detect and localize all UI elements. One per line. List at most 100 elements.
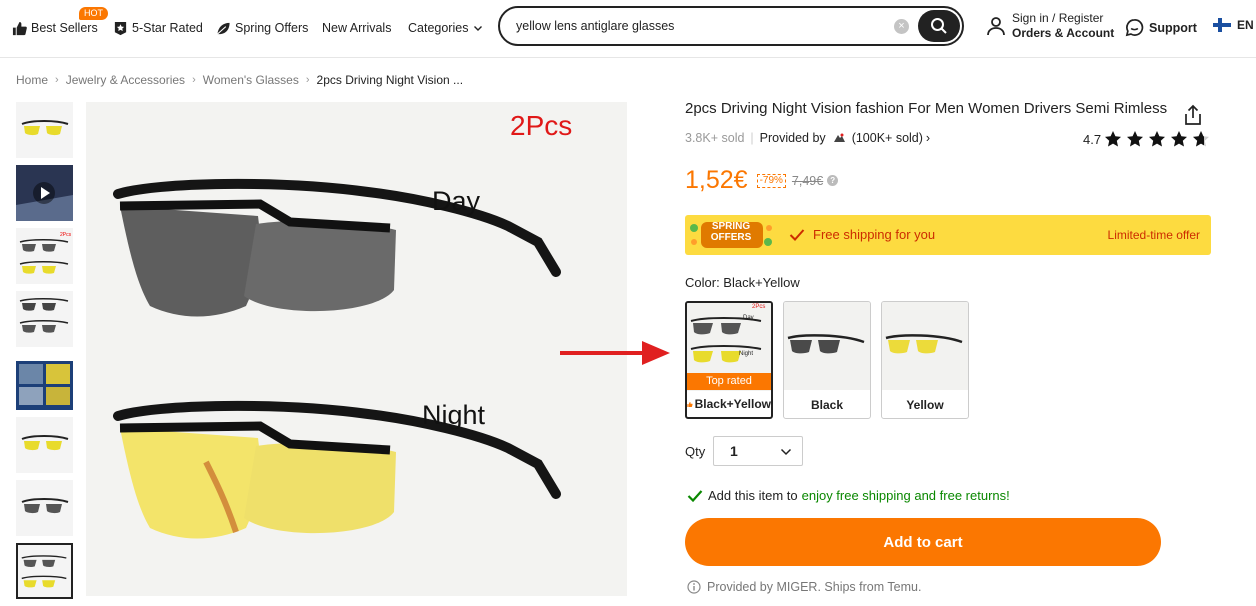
thumbnail-video[interactable] bbox=[16, 165, 73, 221]
language-selector[interactable]: EN bbox=[1213, 18, 1254, 32]
color-option-label: Black+Yellow bbox=[687, 397, 771, 411]
search-bar: yellow lens antiglare glasses × bbox=[498, 6, 964, 46]
free-shipping-text: Free shipping for you bbox=[789, 227, 935, 242]
main-image-2pcs-text: 2Pcs bbox=[510, 110, 573, 141]
svg-text:2Pcs: 2Pcs bbox=[60, 232, 72, 238]
color-option-image bbox=[784, 302, 870, 390]
support-label: Support bbox=[1149, 20, 1197, 35]
breadcrumb-current: 2pcs Driving Night Vision ... bbox=[316, 73, 464, 87]
language-label: EN bbox=[1237, 18, 1254, 32]
nav-categories-label: Categories bbox=[408, 21, 469, 35]
store-sold-count: (100K+ sold) bbox=[851, 131, 923, 145]
color-option-yellow-label: Yellow bbox=[906, 398, 944, 412]
user-icon bbox=[987, 17, 1005, 36]
account-menu[interactable]: Sign in / Register Orders & Account bbox=[986, 11, 1114, 41]
free-ship-prefix: Add this item to bbox=[708, 488, 798, 503]
color-option-black-yellow[interactable]: 2Pcs Day Night Top rated Black+Yellow bbox=[685, 301, 773, 419]
info-icon bbox=[687, 580, 701, 594]
top-rated-badge: Top rated bbox=[687, 373, 771, 390]
price-info-icon[interactable]: ? bbox=[827, 175, 839, 186]
search-input[interactable]: yellow lens antiglare glasses bbox=[516, 19, 674, 33]
star-badge-icon bbox=[114, 21, 127, 35]
thumbnail-4[interactable] bbox=[16, 291, 73, 347]
provided-note-text: Provided by MIGER. Ships from Temu. bbox=[707, 580, 922, 594]
nav-spring-offers[interactable]: Spring Offers bbox=[215, 18, 308, 38]
free-ship-link[interactable]: enjoy free shipping and free returns! bbox=[802, 488, 1010, 503]
price-row: 1,52€ -79% 7,49€ ? bbox=[685, 166, 839, 195]
option-day-text: Day bbox=[743, 315, 754, 321]
discount-badge: -79% bbox=[756, 173, 786, 188]
support-link[interactable]: Support bbox=[1125, 18, 1197, 37]
top-navigation-bar: Best Sellers HOT 5-Star Rated Spring Off… bbox=[0, 0, 1256, 58]
chat-bubble-icon bbox=[1125, 19, 1144, 37]
product-meta: 3.8K+ sold | Provided by (100K+ sold) › bbox=[685, 131, 930, 145]
orders-account-label: Orders & Account bbox=[1012, 26, 1115, 40]
leaf-icon bbox=[217, 22, 230, 35]
finland-flag-icon bbox=[1213, 18, 1231, 32]
original-price: 7,49€ bbox=[791, 173, 824, 188]
chevron-right-icon: › bbox=[55, 74, 59, 86]
nav-categories[interactable]: Categories bbox=[408, 18, 488, 38]
thumbnail-strip: 2Pcs bbox=[16, 102, 74, 606]
nav-5-star-rated[interactable]: 5-Star Rated bbox=[113, 18, 203, 38]
quantity-value: 1 bbox=[730, 443, 738, 459]
add-to-cart-button[interactable]: Add to cart bbox=[685, 518, 1161, 566]
thumbnail-3[interactable]: 2Pcs bbox=[16, 228, 73, 284]
thumbnail-7[interactable] bbox=[16, 480, 73, 536]
free-shipping-label: Free shipping for you bbox=[813, 227, 936, 242]
color-option-yellow[interactable]: Yellow bbox=[881, 301, 969, 419]
sign-in-label: Sign in / Register bbox=[1012, 11, 1104, 25]
nav-5-star-label: 5-Star Rated bbox=[132, 21, 203, 35]
star-rating-icon bbox=[1105, 131, 1210, 147]
provided-by-label: Provided by bbox=[759, 131, 826, 145]
logo-line-1: SPRING bbox=[711, 221, 751, 232]
meta-divider: | bbox=[750, 131, 754, 145]
free-shipping-note: Add this item to enjoy free shipping and… bbox=[687, 488, 1010, 503]
provided-note: Provided by MIGER. Ships from Temu. bbox=[687, 580, 921, 594]
qty-label: Qty bbox=[685, 444, 706, 459]
chevron-right-icon: › bbox=[192, 74, 196, 86]
color-option-black[interactable]: Black bbox=[783, 301, 871, 419]
chevron-right-icon: › bbox=[925, 131, 931, 145]
thumbnail-5[interactable] bbox=[16, 354, 73, 410]
logo-line-2: OFFERS bbox=[710, 232, 752, 243]
search-button[interactable] bbox=[918, 10, 960, 42]
rating-value: 4.7 bbox=[1083, 131, 1102, 147]
red-arrow-annotation bbox=[560, 341, 670, 365]
nav-new-arrivals[interactable]: New Arrivals bbox=[322, 18, 391, 38]
share-icon[interactable] bbox=[1183, 104, 1203, 126]
checkmark-icon bbox=[687, 489, 703, 502]
store-logo-icon bbox=[833, 133, 845, 142]
color-option-black-label: Black bbox=[810, 398, 844, 412]
chevron-right-icon: › bbox=[305, 74, 310, 86]
color-option-black-yellow-label: Black+Yellow bbox=[694, 397, 771, 411]
breadcrumb-womens-glasses[interactable]: Women's Glasses bbox=[203, 73, 299, 87]
thumbnail-6[interactable] bbox=[16, 417, 73, 473]
chevron-down-icon bbox=[474, 26, 483, 31]
thumbnail-8-selected[interactable] bbox=[16, 543, 73, 599]
spring-offers-banner[interactable]: SPRING OFFERS Free shipping for you Limi… bbox=[685, 215, 1211, 255]
breadcrumb-home[interactable]: Home bbox=[16, 73, 48, 87]
provided-by-link[interactable]: Provided by (100K+ sold) › bbox=[760, 131, 930, 145]
main-product-image[interactable]: 2Pcs Day Night bbox=[86, 102, 627, 596]
search-icon bbox=[931, 18, 947, 34]
thumbnail-1[interactable] bbox=[16, 102, 73, 158]
clear-search-icon[interactable]: × bbox=[894, 19, 909, 34]
breadcrumb-jewelry[interactable]: Jewelry & Accessories bbox=[66, 73, 185, 87]
chevron-down-icon bbox=[780, 448, 792, 456]
hot-badge: HOT bbox=[79, 7, 108, 20]
product-rating[interactable]: 4.7 bbox=[1083, 130, 1228, 148]
color-option-image bbox=[882, 302, 968, 390]
nav-best-sellers[interactable]: Best Sellers bbox=[12, 18, 98, 38]
sale-price: 1,52€ bbox=[685, 166, 748, 194]
sold-count: 3.8K+ sold bbox=[685, 131, 745, 145]
nav-new-arrivals-label: New Arrivals bbox=[322, 21, 392, 35]
option-2pcs-text: 2Pcs bbox=[752, 304, 766, 310]
quantity-select[interactable]: 1 bbox=[713, 436, 803, 466]
breadcrumb: Home › Jewelry & Accessories › Women's G… bbox=[16, 73, 463, 87]
nav-spring-offers-label: Spring Offers bbox=[235, 21, 309, 35]
thumbs-up-icon bbox=[12, 21, 27, 35]
checkmark-icon bbox=[789, 228, 805, 241]
thumbs-up-icon bbox=[687, 401, 693, 407]
color-label: Color: Black+Yellow bbox=[685, 275, 800, 290]
